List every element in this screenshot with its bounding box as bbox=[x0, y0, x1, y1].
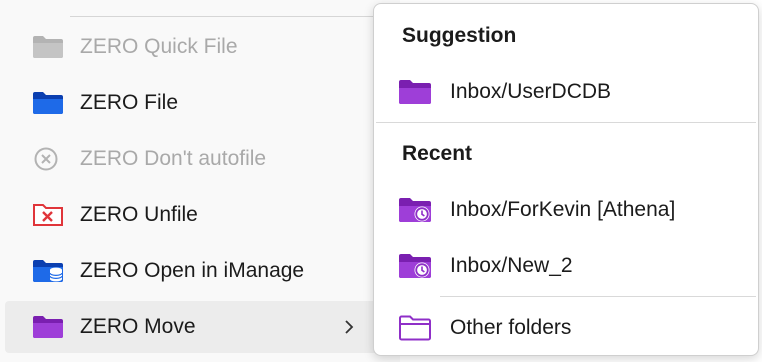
submenu-item-recent-2[interactable]: Inbox/New_2 bbox=[374, 240, 758, 292]
context-menu: ZERO Quick File ZERO File ZERO Don't aut… bbox=[0, 0, 400, 362]
section-divider bbox=[440, 296, 756, 297]
submenu-item-label: Inbox/New_2 bbox=[450, 254, 573, 277]
menu-item-label: ZERO File bbox=[80, 91, 179, 114]
menu-item-label: ZERO Quick File bbox=[80, 35, 238, 58]
recent-folder-icon bbox=[399, 198, 431, 222]
purple-folder-icon bbox=[399, 80, 431, 104]
menu-item-move[interactable]: ZERO Move bbox=[5, 301, 400, 353]
menu-item-quick-file[interactable]: ZERO Quick File bbox=[5, 21, 400, 73]
section-divider bbox=[376, 122, 756, 123]
menu-item-dont-autofile[interactable]: ZERO Don't autofile bbox=[5, 133, 400, 185]
menu-item-label: ZERO Unfile bbox=[80, 203, 198, 226]
circle-x-icon bbox=[34, 147, 58, 171]
menu-item-label: ZERO Open in iManage bbox=[80, 259, 305, 282]
section-title-suggestion: Suggestion bbox=[402, 24, 517, 47]
move-submenu: Suggestion Inbox/UserDCDB Recent Inbox/F… bbox=[373, 3, 759, 356]
outline-folder-icon bbox=[399, 315, 431, 341]
submenu-item-suggestion[interactable]: Inbox/UserDCDB bbox=[374, 66, 758, 118]
blue-folder-icon bbox=[33, 92, 63, 114]
menu-item-unfile[interactable]: ZERO Unfile bbox=[5, 189, 400, 241]
submenu-item-label: Other folders bbox=[450, 316, 572, 339]
purple-folder-icon bbox=[33, 316, 63, 338]
menu-item-open-in-imanage[interactable]: ZERO Open in iManage bbox=[5, 245, 400, 297]
submenu-item-other-folders[interactable]: Other folders bbox=[374, 302, 758, 354]
submenu-item-label: Inbox/ForKevin [Athena] bbox=[450, 198, 676, 221]
imanage-db-icon bbox=[33, 260, 63, 282]
submenu-item-label: Inbox/UserDCDB bbox=[450, 80, 612, 103]
submenu-item-recent-1[interactable]: Inbox/ForKevin [Athena] bbox=[374, 184, 758, 236]
menu-item-file[interactable]: ZERO File bbox=[5, 77, 400, 129]
recent-folder-icon bbox=[399, 254, 431, 278]
menu-item-label: ZERO Don't autofile bbox=[80, 147, 267, 170]
menu-item-label: ZERO Move bbox=[80, 315, 196, 338]
menu-divider bbox=[70, 16, 374, 17]
red-unfile-icon bbox=[33, 204, 63, 226]
gray-folder-icon bbox=[33, 36, 63, 58]
section-title-recent: Recent bbox=[402, 142, 473, 165]
chevron-right-icon bbox=[345, 320, 354, 334]
